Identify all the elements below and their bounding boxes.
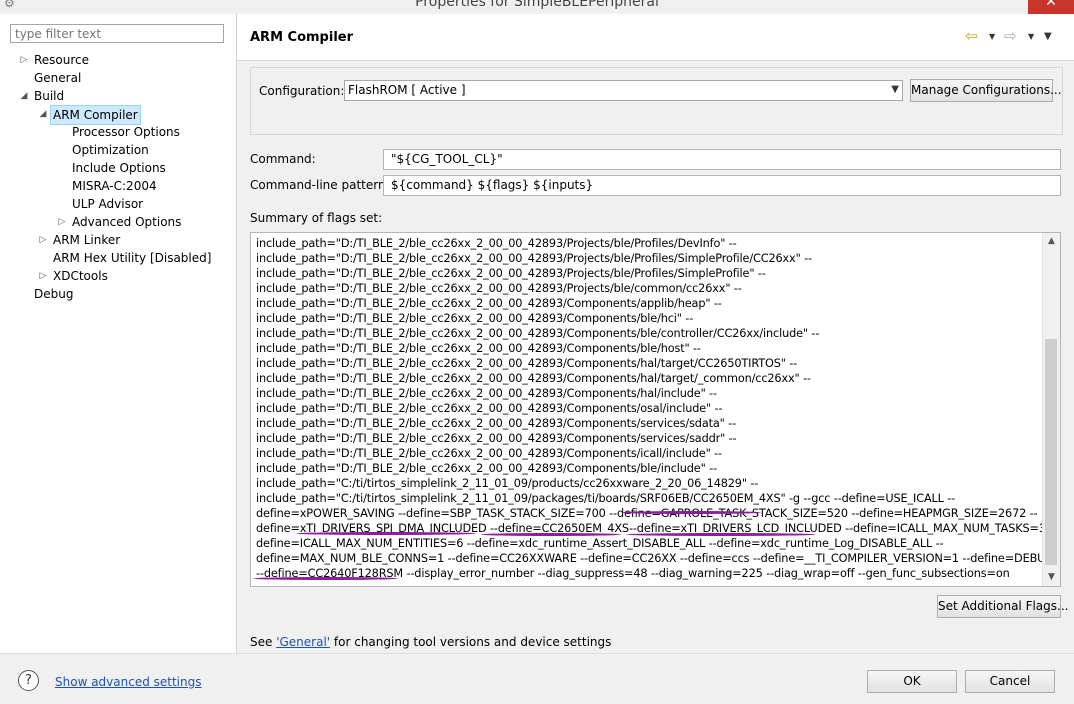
flags-line: define=MAX_NUM_BLE_CONNS=1 --define=CC26…: [256, 552, 1054, 565]
flags-line: include_path="D:/TI_BLE_2/ble_cc26xx_2_0…: [256, 282, 742, 295]
expand-arrow-icon[interactable]: ▷: [37, 231, 49, 249]
flags-line: include_path="D:/TI_BLE_2/ble_cc26xx_2_0…: [256, 327, 820, 340]
flags-line: define=ICALL_MAX_NUM_ENTITIES=6 --define…: [256, 537, 944, 550]
tree-item-label: ARM Linker: [53, 233, 121, 247]
flags-line: include_path="D:/TI_BLE_2/ble_cc26xx_2_0…: [256, 432, 737, 445]
scrollbar-thumb[interactable]: [1045, 339, 1057, 565]
flags-line: include_path="D:/TI_BLE_2/ble_cc26xx_2_0…: [256, 372, 811, 385]
flags-line: include_path="D:/TI_BLE_2/ble_cc26xx_2_0…: [256, 267, 766, 280]
configuration-select[interactable]: FlashROM [ Active ] ▼: [344, 80, 903, 101]
flags-line: include_path="C:/ti/tirtos_simplelink_2_…: [256, 492, 956, 505]
command-field[interactable]: "${CG_TOOL_CL}": [383, 149, 1061, 170]
annotation-underline: [296, 532, 476, 535]
expand-arrow-icon[interactable]: ▷: [18, 51, 30, 69]
command-label: Command:: [250, 152, 316, 166]
general-settings-note: See 'General' for changing tool versions…: [250, 635, 611, 649]
tree-item-label: Debug: [34, 287, 74, 301]
configuration-value: FlashROM [ Active ]: [348, 83, 466, 97]
annotation-underline: [621, 511, 761, 514]
cancel-button[interactable]: Cancel: [965, 670, 1055, 693]
flags-summary-textarea[interactable]: include_path="D:/TI_BLE_2/ble_cc26xx_2_0…: [250, 232, 1061, 587]
flags-line: include_path="C:/ti/tirtos_simplelink_2_…: [256, 477, 759, 490]
scroll-down-icon[interactable]: ▼: [1043, 569, 1060, 586]
flags-line: include_path="D:/TI_BLE_2/ble_cc26xx_2_0…: [256, 297, 722, 310]
tree-item-label: Resource: [34, 53, 90, 67]
forward-dropdown-icon[interactable]: ▼: [1028, 32, 1034, 41]
general-link[interactable]: 'General': [276, 635, 330, 649]
close-window-button[interactable]: ✕: [1028, 0, 1074, 14]
tree-item-label: Build: [34, 89, 65, 103]
forward-arrow-icon[interactable]: ⇨: [1004, 27, 1017, 45]
expand-arrow-icon[interactable]: ▷: [56, 213, 68, 231]
configuration-label: Configuration:: [259, 84, 345, 98]
flags-line: include_path="D:/TI_BLE_2/ble_cc26xx_2_0…: [256, 387, 717, 400]
view-menu-icon[interactable]: ▼: [1044, 31, 1052, 42]
set-additional-flags-button[interactable]: Set Additional Flags...: [937, 595, 1068, 618]
configuration-group: Configuration: FlashROM [ Active ] ▼ Man…: [250, 67, 1063, 135]
page-header: ARM Compiler ⇦ ▼ ⇨ ▼ ▼: [237, 14, 1074, 61]
collapse-arrow-icon[interactable]: ◢: [18, 87, 30, 105]
back-dropdown-icon[interactable]: ▼: [989, 32, 995, 41]
flags-line: include_path="D:/TI_BLE_2/ble_cc26xx_2_0…: [256, 312, 694, 325]
vertical-scrollbar[interactable]: ▲ ▼: [1042, 233, 1060, 586]
note-prefix: See: [250, 635, 277, 649]
scroll-up-icon[interactable]: ▲: [1043, 233, 1060, 250]
note-suffix: for changing tool versions and device se…: [330, 635, 612, 649]
filter-input[interactable]: [10, 24, 224, 43]
summary-label: Summary of flags set:: [250, 211, 383, 225]
manage-configurations-button[interactable]: Manage Configurations...: [910, 79, 1062, 102]
flags-line: include_path="D:/TI_BLE_2/ble_cc26xx_2_0…: [256, 417, 736, 430]
annotation-underline: [481, 533, 621, 536]
flags-text: include_path="D:/TI_BLE_2/ble_cc26xx_2_0…: [256, 236, 1057, 581]
back-arrow-icon[interactable]: ⇦: [965, 27, 978, 45]
tree-item-label: ARM Hex Utility [Disabled]: [53, 251, 212, 265]
flags-line: include_path="D:/TI_BLE_2/ble_cc26xx_2_0…: [256, 402, 723, 415]
tree-item-label: ULP Advisor: [72, 197, 144, 211]
show-advanced-settings-link[interactable]: Show advanced settings: [55, 675, 202, 689]
tree-item-label: ARM Compiler: [50, 105, 141, 125]
flags-line: include_path="D:/TI_BLE_2/ble_cc26xx_2_0…: [256, 447, 722, 460]
title-bar: ⚙ Properties for SimpleBLEPeripheral ✕: [0, 0, 1074, 14]
annotation-underline: [626, 533, 816, 536]
tree-item-label: MISRA-C:2004: [72, 179, 157, 193]
tree-item-label: XDCtools: [53, 269, 108, 283]
page-title: ARM Compiler: [250, 30, 353, 45]
dialog-footer: ? Show advanced settings OK Cancel: [0, 653, 1074, 704]
tree-item-label: Include Options: [72, 161, 166, 175]
tree-item-label: Processor Options: [72, 125, 180, 139]
window-title: Properties for SimpleBLEPeripheral: [415, 0, 659, 10]
help-icon[interactable]: ?: [18, 670, 39, 691]
flags-line: include_path="D:/TI_BLE_2/ble_cc26xx_2_0…: [256, 357, 798, 370]
command-line-pattern-field[interactable]: ${command} ${flags} ${inputs}: [383, 175, 1061, 196]
tree-item-label: Optimization: [72, 143, 149, 157]
flags-line: include_path="D:/TI_BLE_2/ble_cc26xx_2_0…: [256, 342, 701, 355]
chevron-down-icon: ▼: [891, 84, 899, 95]
tree-item-label: General: [34, 71, 82, 85]
right-pane: ARM Compiler ⇦ ▼ ⇨ ▼ ▼ Configuration: Fl…: [237, 14, 1074, 653]
left-pane: ▷ResourceGeneral◢Build◢ARM CompilerProce…: [0, 14, 237, 653]
collapse-arrow-icon[interactable]: ◢: [37, 105, 49, 123]
flags-line: include_path="D:/TI_BLE_2/ble_cc26xx_2_0…: [256, 252, 812, 265]
ok-button[interactable]: OK: [867, 670, 957, 693]
flags-line: include_path="D:/TI_BLE_2/ble_cc26xx_2_0…: [256, 462, 717, 475]
flags-line: include_path="D:/TI_BLE_2/ble_cc26xx_2_0…: [256, 237, 737, 250]
tree-item-label: Advanced Options: [72, 215, 182, 229]
command-line-pattern-label: Command-line pattern:: [250, 178, 390, 192]
expand-arrow-icon[interactable]: ▷: [37, 267, 49, 285]
annotation-underline: [253, 577, 398, 580]
